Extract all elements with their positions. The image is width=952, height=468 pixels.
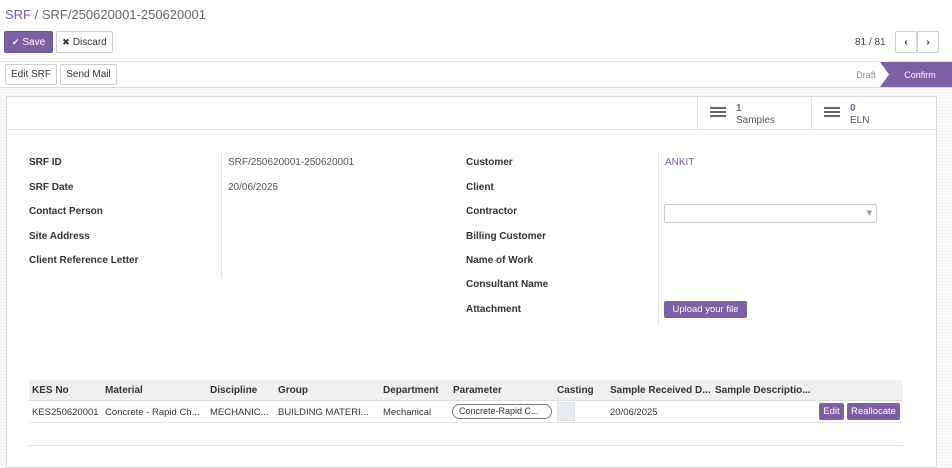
discard-button[interactable]: ✖ Discard	[56, 31, 113, 53]
srf-date-label: SRF Date	[29, 182, 74, 193]
cell-sample-received: 20/06/2025	[610, 407, 658, 418]
parameter-tag: Concrete-Rapid C...	[452, 404, 552, 419]
caret-down-icon: ▼	[866, 209, 872, 217]
srf-id-label: SRF ID	[29, 157, 62, 168]
samples-count: 1	[736, 103, 742, 114]
contractor-select[interactable]: ▼	[664, 204, 877, 223]
name-of-work-label: Name of Work	[466, 255, 534, 266]
srf-date-value: 20/06/2025	[228, 182, 279, 193]
row-edit-button[interactable]: Edit	[819, 403, 844, 420]
column-header-material[interactable]: Material	[105, 385, 205, 396]
list-icon	[824, 107, 840, 119]
samples-smart-button[interactable]: 1 Samples	[697, 97, 809, 130]
status-confirm[interactable]: Confirm	[880, 62, 952, 87]
consultant-name-label: Consultant Name	[466, 279, 549, 290]
control-panel: SRF / SRF/250620001-250620001 ✔ Save ✖ Dis…	[0, 0, 952, 62]
right-group-separator	[658, 153, 659, 325]
cell-material: Concrete - Rapid Ch...	[105, 407, 200, 418]
column-header-group[interactable]: Group	[278, 385, 378, 396]
cell-group: BUILDING MATERI...	[278, 407, 369, 418]
client-reference-letter-label: Client Reference Letter	[29, 255, 139, 266]
chevron-right-icon: ›	[926, 36, 930, 48]
close-icon: ✖	[62, 36, 70, 47]
eln-count: 0	[850, 103, 856, 114]
column-header-casting[interactable]: Casting	[557, 385, 605, 396]
row-reallocate-button[interactable]: Reallocate	[847, 403, 900, 420]
contact-person-label: Contact Person	[29, 206, 103, 217]
cell-department: Mechanical	[383, 407, 432, 418]
site-address-label: Site Address	[29, 231, 90, 242]
table-footer-line	[29, 445, 903, 446]
breadcrumb-current: SRF/250620001-250620001	[41, 7, 206, 22]
form-statusbar: Edit SRF Send Mail Draft Confirm	[0, 62, 952, 88]
samples-table: KES No Material Discipline Group Departm…	[29, 380, 903, 423]
list-icon	[710, 107, 726, 119]
billing-customer-label: Billing Customer	[466, 231, 547, 242]
send-mail-button[interactable]: Send Mail	[60, 64, 117, 85]
column-header-kes-no[interactable]: KES No	[32, 385, 100, 396]
chevron-left-icon: ‹	[904, 36, 908, 48]
column-header-discipline[interactable]: Discipline	[210, 385, 274, 396]
breadcrumb: SRF / SRF/250620001-250620001	[5, 7, 206, 22]
save-button-label: Save	[22, 36, 46, 48]
check-icon: ✔	[11, 36, 20, 47]
save-button[interactable]: ✔ Save	[4, 31, 53, 53]
pager-value[interactable]: 81 / 81	[855, 37, 886, 48]
edit-srf-button[interactable]: Edit SRF	[5, 64, 57, 85]
pager-next-button[interactable]: ›	[917, 31, 939, 53]
srf-id-value: SRF/250620001-250620001	[228, 157, 355, 168]
column-header-sample-description[interactable]: Sample Descriptio...	[715, 385, 815, 396]
column-header-sample-received[interactable]: Sample Received D...	[610, 385, 710, 396]
client-label: Client	[466, 182, 494, 193]
customer-link[interactable]: ANKIT	[665, 157, 694, 168]
table-row[interactable]: KES250620001 Concrete - Rapid Ch... MECH…	[29, 401, 903, 423]
column-header-department[interactable]: Department	[383, 385, 449, 396]
smart-button-box: 1 Samples 0 ELN	[7, 97, 936, 130]
attachment-label: Attachment	[466, 304, 522, 315]
breadcrumb-root-link[interactable]: SRF	[5, 7, 31, 22]
samples-label: Samples	[736, 115, 775, 126]
column-header-parameter[interactable]: Parameter	[453, 385, 553, 396]
customer-label: Customer	[466, 157, 513, 168]
status-draft[interactable]: Draft	[848, 62, 884, 87]
left-group-separator	[221, 153, 222, 278]
discard-button-label: Discard	[72, 36, 107, 48]
breadcrumb-separator: /	[31, 7, 42, 22]
upload-file-button[interactable]: Upload your file	[664, 301, 747, 318]
eln-smart-button[interactable]: 0 ELN	[811, 97, 923, 130]
cell-kes-no: KES250620001	[32, 407, 99, 418]
cell-discipline: MECHANIC...	[210, 407, 269, 418]
eln-label: ELN	[850, 115, 870, 126]
table-header: KES No Material Discipline Group Departm…	[29, 380, 903, 401]
form-sheet: 1 Samples 0 ELN SRF ID SRF/250620001-250…	[6, 96, 937, 468]
cell-casting	[557, 402, 575, 421]
contractor-label: Contractor	[466, 206, 518, 217]
pager-previous-button[interactable]: ‹	[895, 31, 917, 53]
